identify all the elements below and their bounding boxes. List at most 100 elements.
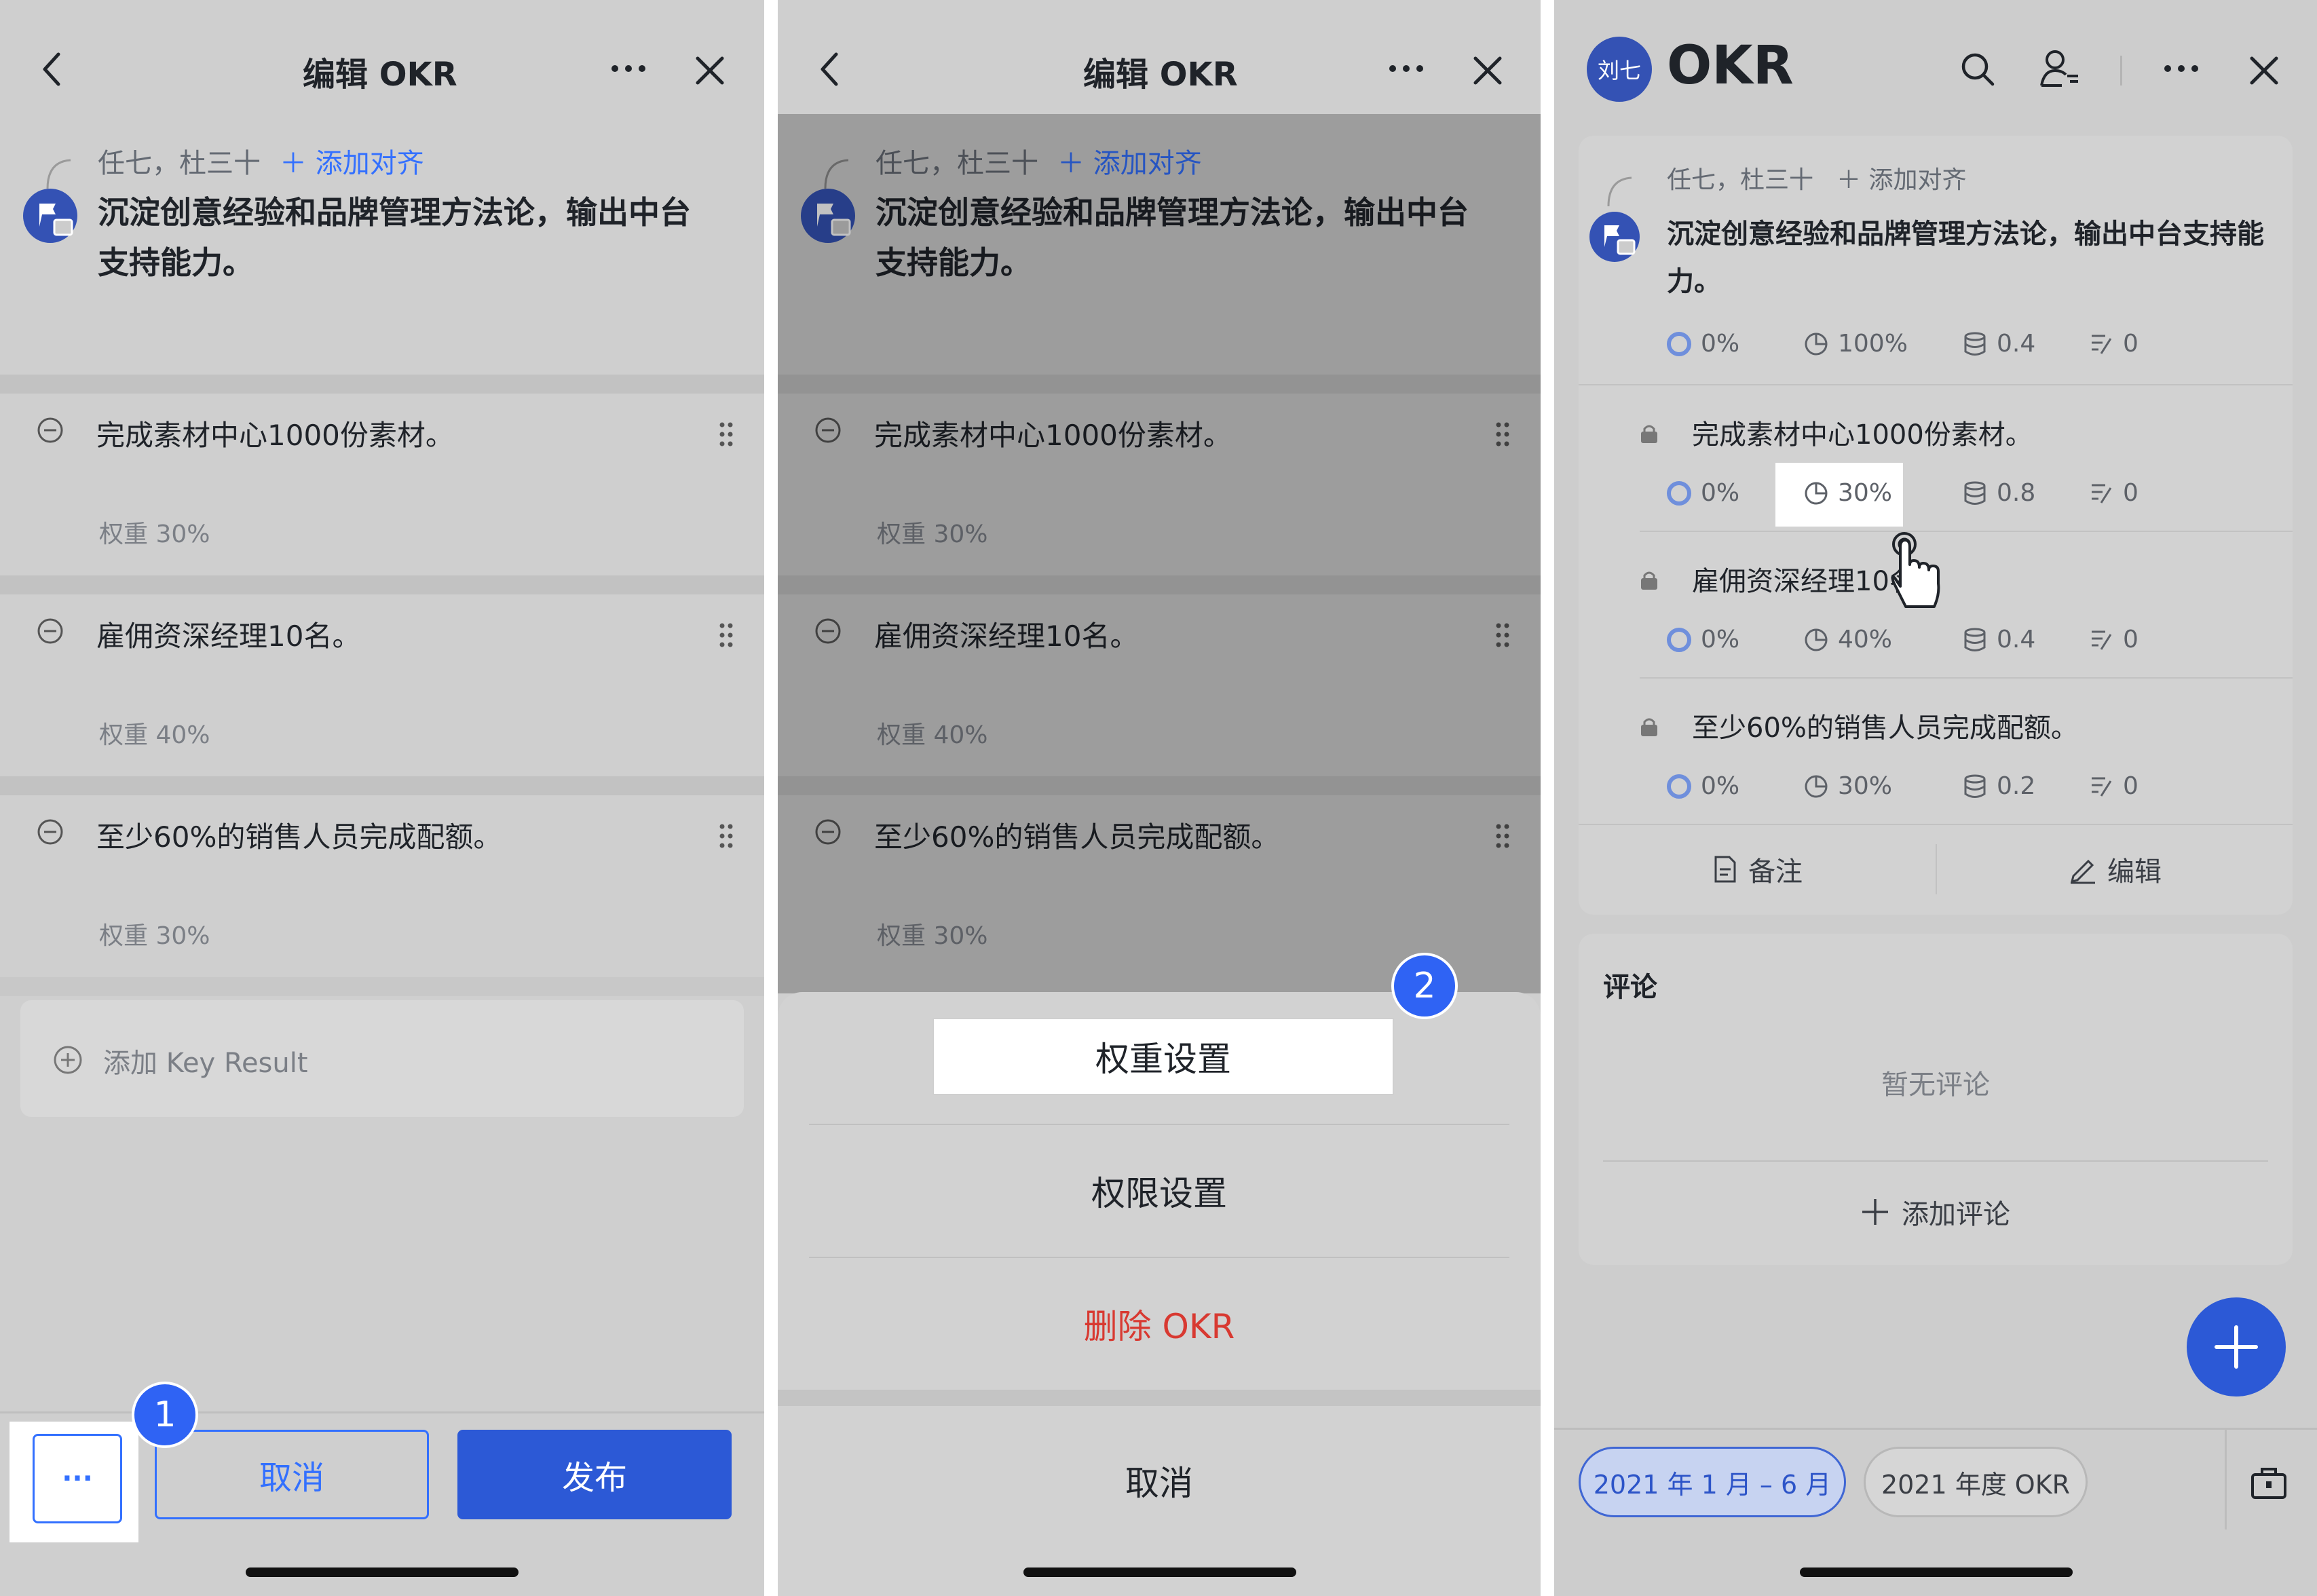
drag-handle-icon[interactable] [718, 822, 734, 850]
align-connector-icon [46, 159, 71, 189]
close-button[interactable] [2245, 52, 2283, 90]
chevron-left-icon [43, 52, 60, 86]
score-metric[interactable]: 0.8 [1961, 479, 2035, 507]
chevron-left-icon [821, 52, 838, 86]
kr-text[interactable]: 完成素材中心1000份素材。 [1692, 413, 2033, 452]
add-alignment-link[interactable]: ＋ 添加对齐 [1836, 166, 1966, 194]
weight-metric[interactable]: 100% [1803, 330, 1908, 358]
objective-owner-avatar [1589, 212, 1640, 262]
page-title: OKR [1667, 35, 1794, 96]
comments-empty-text: 暂无评论 [1881, 1069, 1990, 1101]
divider [0, 977, 764, 996]
plus-icon [1862, 1199, 1888, 1225]
drag-handle-icon[interactable] [718, 622, 734, 649]
add-comment-button[interactable]: 添加评论 [1579, 1171, 2293, 1253]
align-connector-icon [1607, 176, 1632, 207]
action-sheet: 权重设置 权限设置 删除 OKR 取消 [778, 992, 1541, 1596]
period-pill[interactable]: 2021 年度 OKR [1864, 1447, 2088, 1517]
progress-metric[interactable]: 0% [1665, 772, 1739, 800]
edit-button[interactable]: 编辑 [1937, 828, 2293, 911]
notes-metric[interactable]: 0 [2088, 626, 2139, 653]
kr-row[interactable]: 至少60%的销售人员完成配额。 权重 30% [0, 795, 764, 978]
step-badge: 1 [132, 1382, 198, 1448]
score-metric[interactable]: 0.4 [1961, 330, 2035, 358]
more-button[interactable] [1386, 52, 1427, 86]
more-icon [2164, 65, 2198, 72]
flag-lock-icon [39, 204, 73, 236]
weight-metric[interactable]: 30% [1803, 772, 1892, 800]
notes-metric[interactable]: 0 [2088, 772, 2139, 800]
notes-icon [2092, 777, 2112, 797]
notes-button[interactable]: 备注 [1579, 828, 1936, 911]
back-button[interactable] [33, 48, 71, 91]
modal-overlay[interactable] [778, 114, 1541, 993]
close-icon [696, 56, 724, 85]
cancel-button[interactable]: 取消 [155, 1430, 429, 1519]
progress-metric[interactable]: 0% [1665, 330, 1739, 358]
divider [1640, 531, 2293, 532]
okr-card: 任七，杜三十＋ 添加对齐 沉淀创意经验和品牌管理方法论，输出中台支持能力。 0%… [1579, 136, 2293, 915]
briefcase-icon [2251, 1468, 2286, 1499]
score-metric[interactable]: 0.2 [1961, 772, 2035, 800]
objective-text[interactable]: 沉淀创意经验和品牌管理方法论，输出中台支持能力。 [98, 187, 709, 288]
sheet-cancel-button[interactable]: 取消 [809, 1406, 1509, 1555]
remove-kr-icon[interactable] [37, 618, 64, 645]
remove-kr-icon[interactable] [37, 818, 64, 846]
more-icon [611, 65, 645, 72]
kr-row[interactable]: 雇佣资深经理10名。 权重 40% [0, 594, 764, 778]
progress-metric[interactable]: 0% [1665, 479, 1739, 507]
progress-metric[interactable]: 0% [1665, 626, 1739, 653]
remove-kr-icon[interactable] [37, 417, 64, 444]
close-button[interactable] [1469, 52, 1507, 90]
kr-text[interactable]: 至少60%的销售人员完成配额。 [1692, 706, 2078, 745]
notes-icon [2092, 630, 2112, 650]
notes-metric[interactable]: 0 [2088, 330, 2139, 358]
home-indicator [1023, 1568, 1296, 1577]
database-icon [1964, 481, 1986, 505]
kr-text: 完成素材中心1000份素材。 [96, 419, 454, 452]
search-icon [1961, 53, 1995, 86]
pie-icon [1805, 628, 1828, 651]
weight-settings-item[interactable]: 权重设置 [933, 1018, 1394, 1095]
divider [778, 1390, 1541, 1406]
notes-metric[interactable]: 0 [2088, 479, 2139, 507]
period-settings-button[interactable] [2246, 1460, 2291, 1505]
publish-button[interactable]: 发布 [457, 1430, 732, 1519]
user-avatar[interactable]: 刘七 [1587, 37, 1652, 102]
close-button[interactable] [691, 52, 729, 90]
divider [2120, 56, 2122, 86]
drag-handle-icon[interactable] [718, 421, 734, 448]
okr-detail-screen: 刘七 OKR 任七，杜三十＋ 添加对齐 沉淀创意经验和品牌管理方法论，输出中台支… [1554, 0, 2317, 1596]
objective-text[interactable]: 沉淀创意经验和品牌管理方法论，输出中台支持能力。 [1667, 210, 2278, 305]
search-button[interactable] [1957, 49, 1998, 90]
database-icon [1964, 332, 1986, 356]
period-pill-active[interactable]: 2021 年 1 月 – 6 月 [1579, 1447, 1846, 1517]
kr-text: 至少60%的销售人员完成配额。 [96, 820, 502, 854]
kr-row[interactable]: 完成素材中心1000份素材。 权重 30% [0, 394, 764, 577]
pencil-icon [2070, 859, 2095, 884]
divider [1640, 677, 2293, 679]
back-button[interactable] [810, 48, 848, 91]
weight-metric[interactable]: 30% [1803, 479, 1892, 507]
add-alignment-link[interactable]: ＋ 添加对齐 [280, 148, 424, 179]
flag-lock-icon [1604, 225, 1636, 255]
permission-settings-item[interactable]: 权限设置 [809, 1125, 1509, 1257]
more-button[interactable] [608, 52, 649, 86]
follow-user-button[interactable] [2037, 48, 2082, 91]
add-fab-button[interactable] [2187, 1297, 2286, 1396]
delete-okr-item[interactable]: 删除 OKR [809, 1258, 1509, 1390]
divider [0, 575, 764, 594]
more-button[interactable] [2161, 52, 2202, 86]
score-metric[interactable]: 0.4 [1961, 626, 2035, 653]
progress-ring-icon [1667, 627, 1691, 652]
add-kr-button[interactable]: 添加 Key Result [20, 1000, 744, 1117]
edit-okr-screen: 编辑 OKR 任七，杜三十＋ 添加对齐 沉淀创意经验和品牌管理方法论，输出中台支… [0, 0, 764, 1596]
progress-ring-icon [1667, 331, 1691, 356]
comments-title: 评论 [1603, 972, 1657, 1003]
more-actions-button[interactable]: ··· [33, 1434, 122, 1523]
weight-metric[interactable]: 40% [1803, 626, 1892, 653]
page-title: 编辑 OKR [303, 56, 457, 94]
notes-icon [2092, 484, 2112, 504]
divider [1579, 824, 2293, 825]
plus-circle-icon [54, 1046, 82, 1074]
